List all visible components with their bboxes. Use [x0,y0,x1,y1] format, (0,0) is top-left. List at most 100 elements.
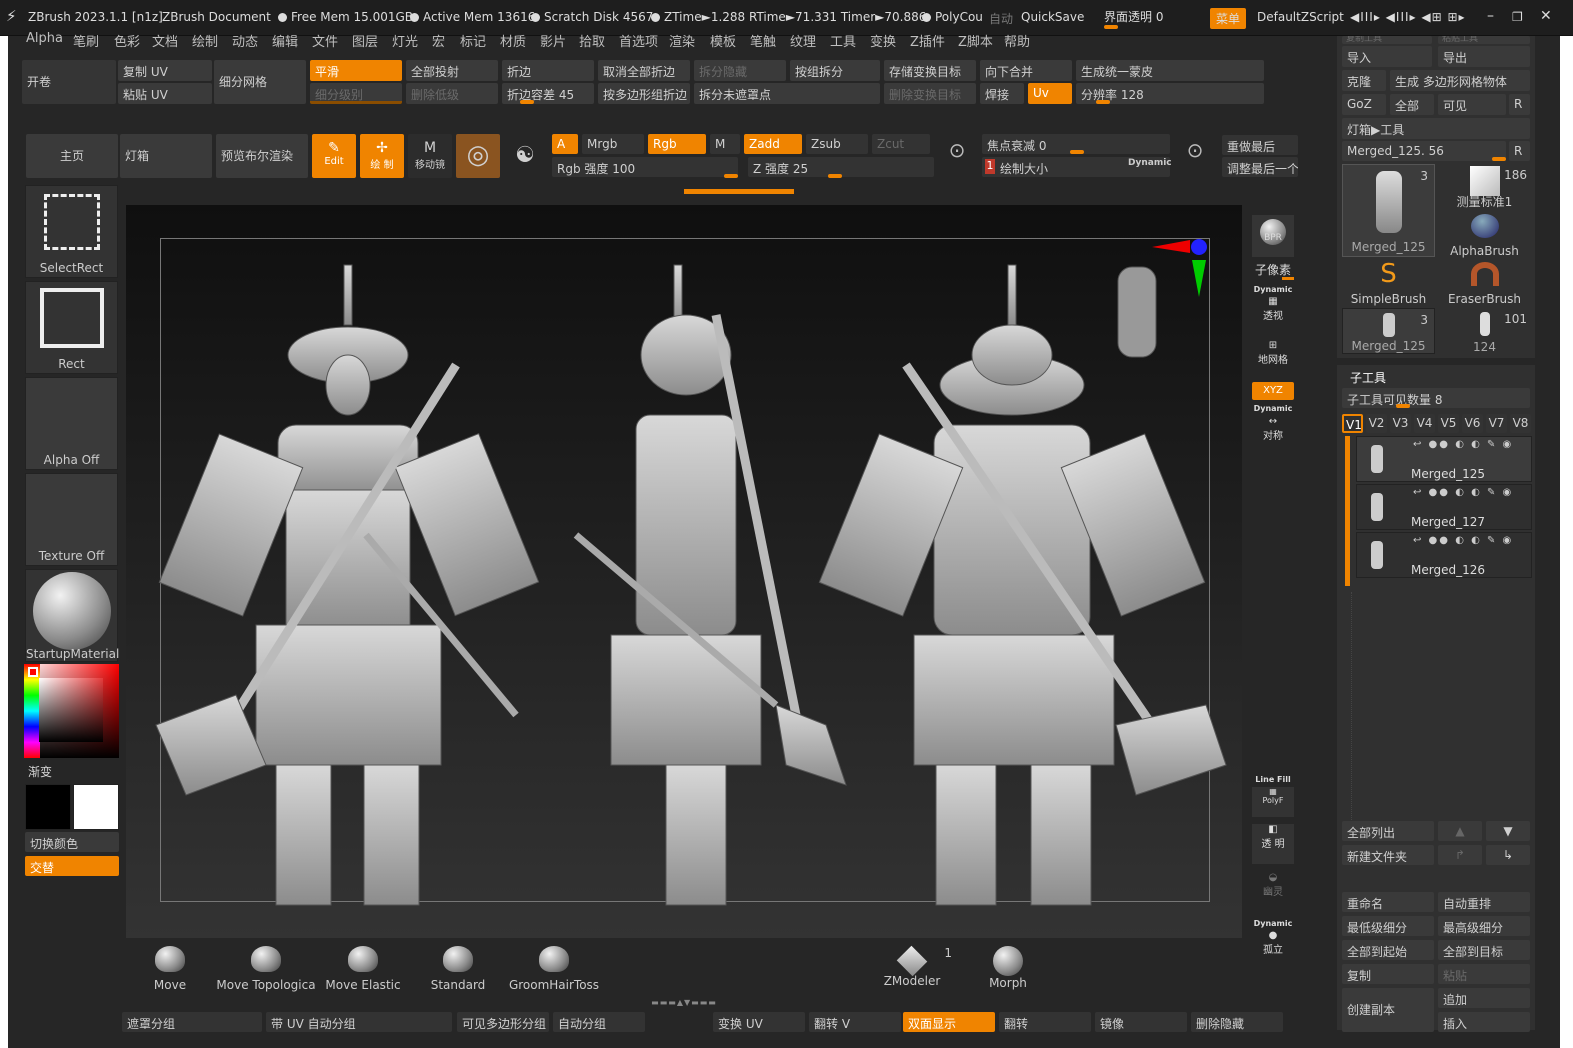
main-color-swatch[interactable] [73,784,119,830]
menu-9[interactable]: 灯光 [392,31,418,50]
auto-reorder-button[interactable]: 自动重排 [1438,892,1530,912]
transparency-button[interactable]: ◧ 透 明 [1252,824,1294,864]
rename-button[interactable]: 重命名 [1342,892,1434,912]
crease-tol-knob[interactable] [520,100,534,104]
menu-10[interactable]: 宏 [432,31,445,50]
import-button[interactable]: 导入 [1342,46,1432,67]
brush-groomhairtoss[interactable]: GroomHairToss [504,942,604,992]
menu-8[interactable]: 图层 [352,31,378,50]
rect-stroke-slot[interactable]: Rect [25,281,118,374]
brush-move[interactable]: Move [128,942,212,992]
lightbox-tools-button[interactable]: 灯箱▶工具 [1342,118,1530,139]
shelf-resize-handle[interactable]: ▬▬▬▲▼▬▬▬ [620,998,748,1007]
version-tab-v3[interactable]: V3 [1390,414,1411,433]
visible-button[interactable]: 可见 [1438,94,1506,115]
maximize-icon[interactable]: ❐ [1512,10,1523,24]
crease-polygroups-button[interactable]: 按多边形组折边 [598,83,690,104]
dynamic-sym-label[interactable]: Dynamic [1252,404,1294,413]
menu-14[interactable]: 拾取 [579,31,605,50]
dynamic-solo-label[interactable]: Dynamic [1252,919,1294,928]
minimize-icon[interactable]: – [1487,8,1494,24]
color-picker[interactable] [24,664,119,758]
saturation-box[interactable] [39,678,103,742]
resolution-knob[interactable] [1096,100,1110,104]
lowest-subdiv-button[interactable]: 最低级细分 [1342,916,1434,936]
merge-down-button[interactable]: 向下合并 [980,60,1072,81]
append-button[interactable]: 追加 [1438,988,1530,1008]
move-down-icon[interactable]: ▼ [1486,821,1530,841]
morph-brush[interactable]: Morph [968,942,1048,992]
crease-button[interactable]: 折边 [502,60,594,81]
transparency-knob[interactable] [1104,25,1118,29]
bottom-cmd-8[interactable]: 镜像 [1095,1012,1187,1032]
default-zscript[interactable]: DefaultZScript [1257,10,1344,24]
z-intensity-knob[interactable] [828,174,842,178]
tool-thumb-measure[interactable]: 186 测量标准1 [1438,164,1531,210]
uv-toggle[interactable]: Uv [1028,83,1072,104]
store-morph-button[interactable]: 存储变换目标 [884,60,976,81]
bpr-preview-button[interactable]: 预览布尔渲染 [216,134,308,178]
quicksave-button[interactable]: QuickSave [1021,10,1084,24]
split-unmasked-button[interactable]: 拆分未遮罩点 [694,83,880,104]
version-tab-v5[interactable]: V5 [1438,414,1459,433]
dynamic-label[interactable]: Dynamic [1128,158,1172,168]
menu-16[interactable]: 渲染 [669,31,695,50]
hue-strip[interactable] [24,664,40,758]
dynamesh-d-icon[interactable]: ⊙ [1178,138,1212,176]
paste-tool-button[interactable]: 粘贴工具 [1438,36,1530,44]
edit-mode-button[interactable]: ✎ Edit [312,134,356,178]
list-all-button[interactable]: 全部列出 [1342,821,1434,841]
bottom-cmd-7[interactable]: 翻转 [999,1012,1091,1032]
insert-down-icon[interactable]: ↳ [1486,845,1530,865]
selectrect-brush-slot[interactable]: SelectRect [25,185,118,278]
menu-24[interactable]: 帮助 [1004,31,1030,50]
focal-shift-knob[interactable] [1070,150,1084,154]
alpha-slot[interactable]: Alpha Off [25,377,118,470]
all-button[interactable]: 全部 [1390,94,1434,115]
menu-11[interactable]: 标记 [460,31,486,50]
bottom-cmd-1[interactable]: 带 UV 自动分组 [266,1012,452,1032]
crease-tolerance-slider[interactable]: 折边容差 45 [502,83,594,104]
gradient-label[interactable]: 渐变 [28,763,52,780]
bottom-cmd-3[interactable]: 自动分组 [553,1012,645,1032]
bottom-cmd-0[interactable]: 遮罩分组 [122,1012,262,1032]
smooth-toggle[interactable]: 平滑 [310,60,402,81]
bottom-cmd-9[interactable]: 删除隐藏 [1191,1012,1283,1032]
a-toggle[interactable]: A [552,134,578,154]
subtool-toggle-icons[interactable]: ↩ ●● ◐ ◐ ✎ ◉ [1413,535,1513,546]
menu-22[interactable]: Z插件 [910,31,945,50]
menu-12[interactable]: 材质 [500,31,526,50]
subtool-row[interactable]: ↩ ●● ◐ ◐ ✎ ◉ Merged_127 [1356,484,1532,530]
version-tab-v7[interactable]: V7 [1486,414,1507,433]
bottom-cmd-2[interactable]: 可见多边形分组 [457,1012,549,1032]
tool-thumb-merged125[interactable]: 3 Merged_125 [1342,164,1435,257]
subtool-row[interactable]: ↩ ●● ◐ ◐ ✎ ◉ Merged_125 [1356,436,1532,482]
r-button[interactable]: R [1509,94,1530,115]
zsub-toggle[interactable]: Zsub [806,134,868,154]
all-to-start-button[interactable]: 全部到起始 [1342,940,1434,960]
subpixel-slider[interactable] [1282,277,1294,280]
tool-thumb-merged125-2[interactable]: 3 Merged_125 [1342,308,1435,354]
zcut-toggle[interactable]: Zcut [872,134,930,154]
move-up-icon[interactable]: ▲ [1438,821,1482,841]
open-button[interactable]: 开卷 [22,60,116,104]
gizmo-button[interactable]: ◎ [456,134,500,178]
perspective-button[interactable]: ▦ 透视 [1252,296,1294,322]
subdivide-button[interactable]: 细分网格 [214,60,306,104]
export-button[interactable]: 导出 [1438,46,1530,67]
material-sphere-button[interactable]: ☯ [506,140,544,172]
hue-marker[interactable] [28,667,38,677]
menu-0[interactable]: Alpha [26,31,63,46]
menu-3[interactable]: 文档 [152,31,178,50]
menu-5[interactable]: 动态 [232,31,258,50]
subtool-toggle-icons[interactable]: ↩ ●● ◐ ◐ ✎ ◉ [1413,439,1513,450]
subpixel-label[interactable]: 子像素 [1252,261,1294,278]
current-tool-knob[interactable] [1492,157,1506,161]
paste-subtool-button[interactable]: 粘贴 [1438,964,1530,984]
version-tab-v8[interactable]: V8 [1510,414,1531,433]
material-slot[interactable]: StartupMaterial [25,569,119,662]
home-button[interactable]: 主页 [26,134,118,178]
delete-lower-button[interactable]: 删除低级 [406,83,498,104]
tool-thumb-alphabrush[interactable]: AlphaBrush [1438,212,1531,258]
project-all-button[interactable]: 全部投射 [406,60,498,81]
